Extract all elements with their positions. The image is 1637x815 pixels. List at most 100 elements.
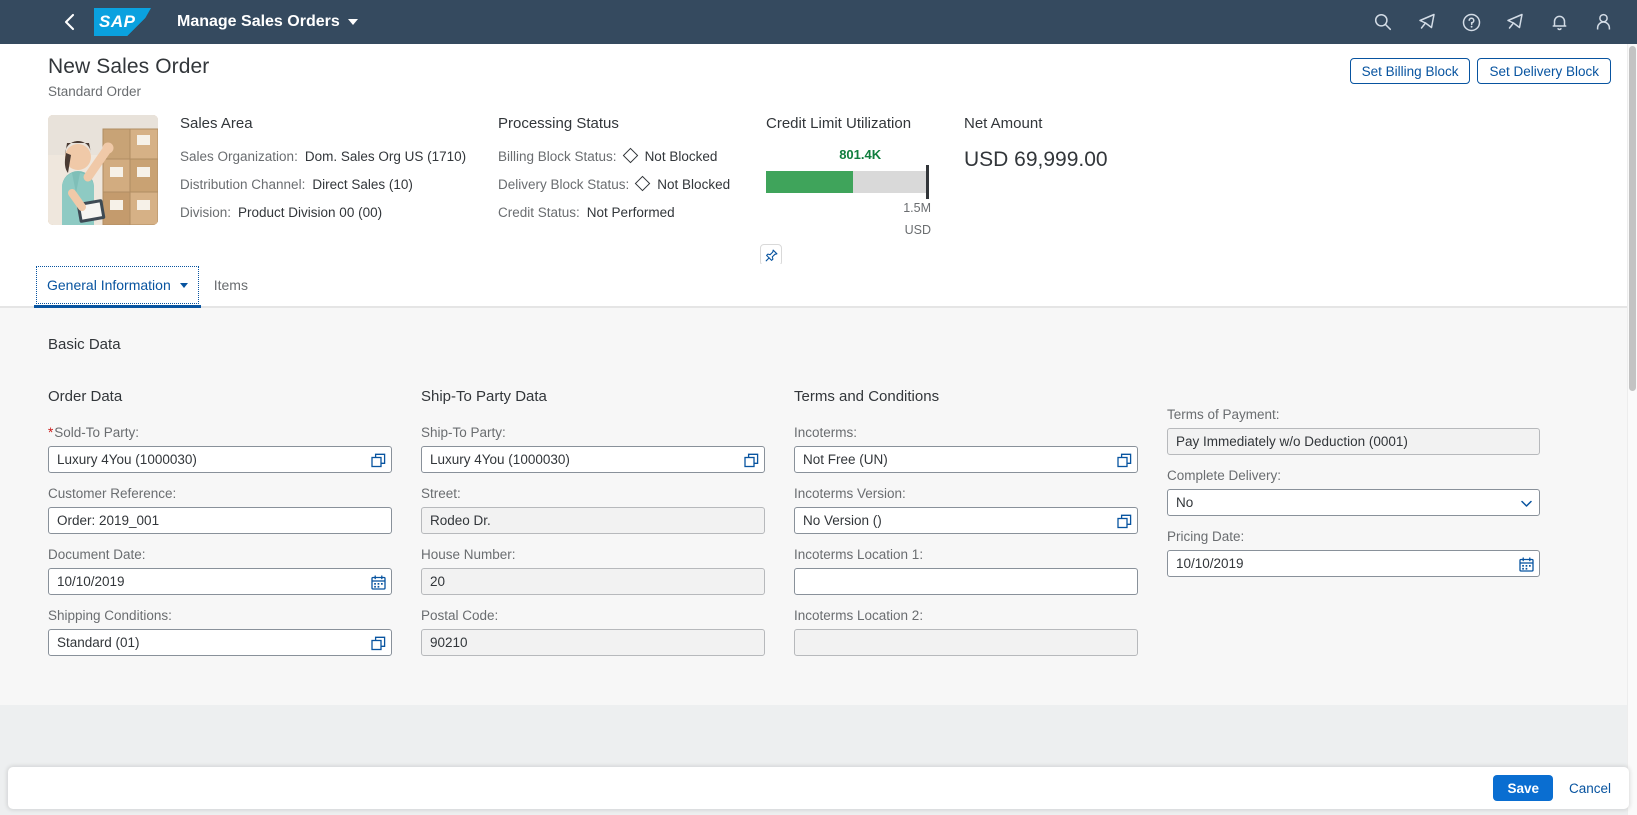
tab-bar: General Information Items	[0, 264, 1627, 308]
net-amount-group: Net Amount USD 69,999.00	[964, 115, 1264, 173]
ship-to-party-field[interactable]: Luxury 4You (1000030)	[421, 446, 765, 473]
incoterms-version-value: No Version ()	[803, 513, 882, 528]
incoterms-location-1-field[interactable]	[794, 568, 1138, 595]
ship-to-party-value: Luxury 4You (1000030)	[430, 452, 570, 467]
customer-reference-field[interactable]: Order: 2019_001	[48, 507, 392, 534]
terms-of-payment-value: Pay Immediately w/o Deduction (0001)	[1176, 434, 1408, 449]
main-area: New Sales Order Standard Order Set Billi…	[0, 44, 1627, 705]
credit-limit-currency-label: USD	[904, 223, 931, 237]
document-date-field[interactable]: 10/10/2019	[48, 568, 392, 595]
app-title-menu[interactable]: Manage Sales Orders	[177, 13, 358, 31]
application-window: SAP Manage Sales Orders New Sales Order …	[0, 0, 1637, 815]
value-help-icon[interactable]	[1117, 508, 1132, 535]
sap-logo[interactable]: SAP	[94, 8, 151, 36]
terms-and-conditions-title: Terms and Conditions	[794, 388, 940, 405]
delivery-block-status-row: Delivery Block Status: Not Blocked	[498, 175, 766, 194]
postal-code-group: Postal Code: 90210	[421, 607, 765, 656]
incoterms-location-2-field[interactable]	[794, 629, 1138, 656]
customer-reference-group: Customer Reference: Order: 2019_001	[48, 485, 392, 534]
sold-to-party-label-text: Sold-To Party:	[54, 425, 140, 440]
value-help-icon[interactable]	[371, 630, 386, 657]
division-label: Division:	[180, 205, 232, 220]
calendar-icon[interactable]	[371, 569, 386, 596]
vertical-scrollbar-thumb[interactable]	[1629, 46, 1636, 391]
credit-limit-title: Credit Limit Utilization	[766, 115, 912, 132]
terms-of-payment-group: Terms of Payment: Pay Immediately w/o De…	[1167, 406, 1540, 455]
bell-icon[interactable]	[1537, 0, 1581, 44]
customer-reference-label: Customer Reference:	[48, 486, 177, 501]
incoterms-label: Incoterms:	[794, 425, 858, 440]
billing-block-status-value: Not Blocked	[644, 149, 718, 164]
value-help-icon[interactable]	[1117, 447, 1132, 474]
delivery-block-status-label: Delivery Block Status:	[498, 177, 630, 192]
credit-limit-target-marker	[926, 165, 929, 199]
order-data-column: Order Data *Sold-To Party: Luxury 4You (…	[48, 388, 421, 668]
sales-area-group: Sales Area Sales Organization: Dom. Sale…	[180, 115, 498, 231]
vertical-scrollbar[interactable]	[1627, 44, 1637, 815]
cancel-button[interactable]: Cancel	[1569, 781, 1611, 796]
house-number-value: 20	[430, 574, 446, 589]
search-icon[interactable]	[1361, 0, 1405, 44]
pin-icon[interactable]	[760, 244, 782, 266]
incoterms-field[interactable]: Not Free (UN)	[794, 446, 1138, 473]
chevron-down-icon[interactable]	[1519, 490, 1534, 517]
user-avatar-icon[interactable]	[1581, 0, 1625, 44]
billing-block-status-label: Billing Block Status:	[498, 149, 617, 164]
distribution-channel-value: Direct Sales (10)	[312, 177, 413, 192]
value-help-icon[interactable]	[744, 447, 759, 474]
form-scroll-container[interactable]: Basic Data Order Data *Sold-To Party: Lu…	[0, 308, 1627, 705]
tab-items-label: Items	[213, 277, 248, 293]
credit-limit-bar-track	[766, 165, 929, 199]
incoterms-location-2-label: Incoterms Location 2:	[794, 608, 924, 623]
processing-status-group: Processing Status Billing Block Status: …	[498, 115, 766, 231]
sold-to-party-value: Luxury 4You (1000030)	[57, 452, 197, 467]
megaphone-icon[interactable]	[1405, 0, 1449, 44]
required-indicator: *	[48, 425, 54, 440]
tab-general-information[interactable]: General Information	[34, 264, 201, 308]
complete-delivery-field[interactable]: No	[1167, 489, 1540, 516]
incoterms-version-field[interactable]: No Version ()	[794, 507, 1138, 534]
back-chevron-icon[interactable]	[54, 0, 84, 44]
street-group: Street: Rodeo Dr.	[421, 485, 765, 534]
save-button[interactable]: Save	[1493, 775, 1553, 801]
complete-delivery-group: Complete Delivery: No	[1167, 467, 1540, 516]
object-page-titlebar: New Sales Order Standard Order Set Billi…	[0, 44, 1627, 101]
shipping-conditions-value: Standard (01)	[57, 635, 140, 650]
credit-limit-max-label: 1.5M	[903, 201, 931, 215]
postal-code-field[interactable]: 90210	[421, 629, 765, 656]
terms-of-payment-label: Terms of Payment:	[1167, 407, 1280, 422]
division-value: Product Division 00 (00)	[238, 205, 383, 220]
sold-to-party-label: *Sold-To Party:	[48, 424, 392, 441]
megaphone-alt-icon[interactable]	[1493, 0, 1537, 44]
incoterms-version-label: Incoterms Version:	[794, 486, 906, 501]
net-amount-value: USD 69,999.00	[964, 148, 1108, 171]
pricing-date-group: Pricing Date: 10/10/2019	[1167, 528, 1540, 577]
house-number-group: House Number: 20	[421, 546, 765, 595]
calendar-icon[interactable]	[1519, 551, 1534, 578]
house-number-field[interactable]: 20	[421, 568, 765, 595]
complete-delivery-label: Complete Delivery:	[1167, 468, 1282, 483]
ship-to-party-group: Ship-To Party: Luxury 4You (1000030)	[421, 424, 765, 473]
pricing-date-field[interactable]: 10/10/2019	[1167, 550, 1540, 577]
footer-bar: Save Cancel	[8, 767, 1629, 809]
ship-to-party-data-title: Ship-To Party Data	[421, 388, 547, 405]
app-title: Manage Sales Orders	[177, 13, 340, 30]
chevron-down-icon	[179, 282, 188, 288]
house-number-label: House Number:	[421, 547, 516, 562]
street-label: Street:	[421, 486, 461, 501]
help-icon[interactable]	[1449, 0, 1493, 44]
shipping-conditions-field[interactable]: Standard (01)	[48, 629, 392, 656]
tab-items[interactable]: Items	[201, 264, 261, 306]
sales-area-title: Sales Area	[180, 115, 253, 132]
sold-to-party-field[interactable]: Luxury 4You (1000030)	[48, 446, 392, 473]
pricing-date-label: Pricing Date:	[1167, 529, 1245, 544]
terms-of-payment-field[interactable]: Pay Immediately w/o Deduction (0001)	[1167, 428, 1540, 455]
postal-code-label: Postal Code:	[421, 608, 499, 623]
page-subtitle: Standard Order	[48, 84, 142, 99]
street-field[interactable]: Rodeo Dr.	[421, 507, 765, 534]
set-billing-block-button[interactable]: Set Billing Block	[1349, 58, 1471, 84]
value-help-icon[interactable]	[371, 447, 386, 474]
shipping-conditions-group: Shipping Conditions: Standard (01)	[48, 607, 392, 656]
set-delivery-block-button[interactable]: Set Delivery Block	[1477, 58, 1611, 84]
incoterms-version-group: Incoterms Version: No Version ()	[794, 485, 1138, 534]
